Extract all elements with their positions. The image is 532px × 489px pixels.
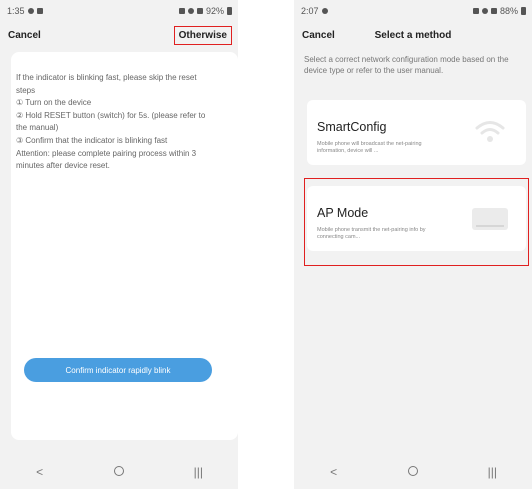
bluetooth-icon [481, 8, 488, 14]
battery-percent: 92% [205, 6, 224, 16]
cast-icon [178, 8, 185, 14]
cancel-button[interactable]: Cancel [302, 30, 335, 41]
confirm-blink-button[interactable]: Confirm indicator rapidly blink [24, 358, 212, 382]
signal-icon [196, 8, 203, 14]
battery-icon [521, 7, 526, 15]
nav-back-button[interactable]: < [319, 465, 349, 479]
smartconfig-option[interactable]: SmartConfig Mobile phone will broadcast … [307, 100, 526, 165]
status-time: 1:35 [7, 6, 25, 16]
reset-instructions: If the indicator is blinking fast, pleas… [16, 72, 216, 173]
wifi-icon [475, 121, 505, 142]
method-hint: Select a correct network configuration m… [304, 55, 509, 75]
left-phone-screen: 1:35 92% Cancel Otherwise If the indicat… [0, 0, 238, 489]
cast-icon [472, 8, 479, 14]
instructions-step-1: ① Turn on the device [16, 98, 92, 108]
home-circle-icon [407, 466, 418, 476]
battery-icon [227, 7, 232, 15]
signal-icon [490, 8, 497, 14]
home-circle-icon [113, 466, 124, 476]
notification-icon [321, 8, 328, 14]
cancel-button[interactable]: Cancel [8, 30, 41, 41]
nav-home-button[interactable] [104, 465, 134, 479]
top-bar: Select a method Cancel [294, 22, 532, 48]
status-bar: 1:35 92% [0, 0, 238, 22]
instructions-step-2: ② Hold RESET button (switch) for 5s. (pl… [16, 110, 206, 133]
system-nav-bar: < ||| [0, 455, 238, 489]
nav-recents-button[interactable]: ||| [477, 465, 507, 479]
status-time: 2:07 [301, 6, 319, 16]
nav-back-button[interactable]: < [25, 465, 55, 479]
ap-mode-highlight-outline [304, 178, 529, 266]
status-bar: 2:07 88% [294, 0, 532, 22]
battery-percent: 88% [499, 6, 518, 16]
option-description: Mobile phone will broadcast the net-pair… [317, 141, 422, 154]
nav-recents-button[interactable]: ||| [183, 465, 213, 479]
system-nav-bar: < ||| [294, 455, 532, 489]
image-icon [36, 8, 43, 14]
instructions-intro: If the indicator is blinking fast, pleas… [16, 73, 197, 95]
otherwise-button[interactable]: Otherwise [173, 25, 232, 45]
nav-home-button[interactable] [398, 465, 428, 479]
bluetooth-icon [187, 8, 194, 14]
option-title: SmartConfig [317, 120, 387, 134]
top-bar: Cancel Otherwise [0, 22, 238, 48]
notification-icon [27, 8, 34, 14]
instructions-attention: Attention: please complete pairing proce… [16, 148, 197, 171]
instructions-step-3: ③ Confirm that the indicator is blinking… [16, 135, 168, 145]
